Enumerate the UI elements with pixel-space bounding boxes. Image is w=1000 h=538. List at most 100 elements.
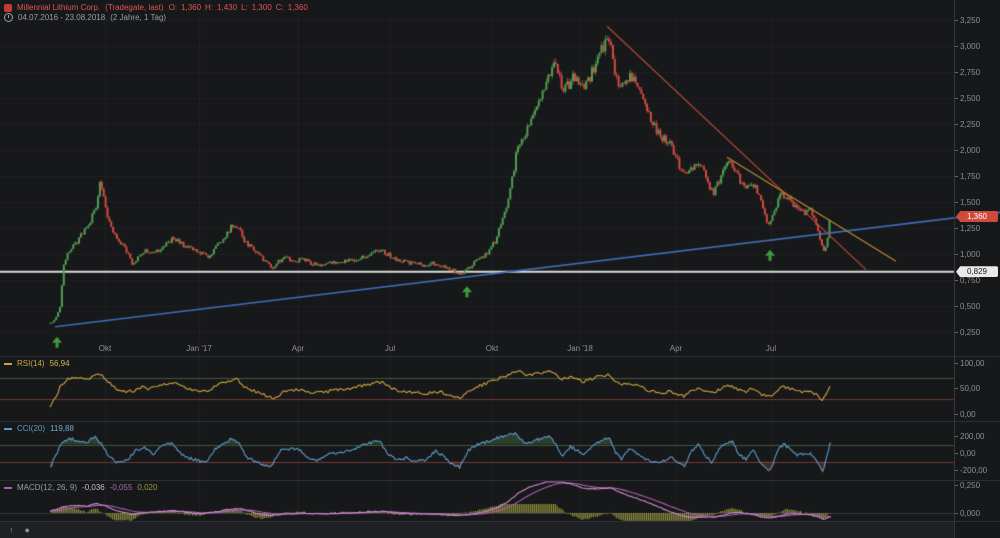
tick-text: 0,500 bbox=[960, 301, 981, 311]
tick-text: 2,750 bbox=[960, 67, 981, 77]
tick-dash-icon bbox=[955, 149, 958, 151]
cci-value: 119,88 bbox=[50, 424, 74, 433]
macd-value: -0,036 bbox=[82, 483, 105, 492]
level-price-badge: 0,829 bbox=[956, 266, 998, 278]
axis-tick-label: 1,000 bbox=[955, 250, 980, 259]
cci-legend[interactable]: CCI(20) 119,88 bbox=[4, 424, 74, 433]
tick-dash-icon bbox=[955, 512, 958, 514]
clock-icon bbox=[4, 13, 13, 22]
axis-tick-label: 2,750 bbox=[955, 68, 980, 77]
tick-text: 2,250 bbox=[960, 119, 981, 129]
tick-dash-icon bbox=[955, 484, 958, 486]
pane-separator[interactable] bbox=[0, 521, 1000, 522]
dot-icon[interactable]: ● bbox=[25, 522, 30, 538]
tick-text: 0,00 bbox=[960, 448, 976, 458]
axis-tick-label: 0,250 bbox=[955, 328, 980, 337]
tick-text: 0,250 bbox=[960, 480, 981, 490]
symbol-logo-icon bbox=[4, 3, 12, 12]
rsi-legend[interactable]: RSI(14) 56,94 bbox=[4, 359, 70, 368]
close-value: 1,360 bbox=[287, 3, 308, 12]
tick-dash-icon bbox=[955, 331, 958, 333]
last-price-badge: 1,360 bbox=[956, 211, 998, 223]
axis-tick-label: 2,000 bbox=[955, 146, 980, 155]
axis-tick-label: 0,00 bbox=[955, 410, 976, 419]
time-label: Jul bbox=[384, 344, 396, 353]
axis-tick-label: 100,00 bbox=[955, 359, 984, 368]
rsi-label: RSI(14) bbox=[17, 359, 45, 368]
rsi-line-swatch-icon bbox=[4, 362, 12, 365]
symbol-exchange-note: (Tradegate, last) bbox=[105, 3, 164, 12]
tick-dash-icon bbox=[955, 469, 958, 471]
tick-text: 3,000 bbox=[960, 41, 981, 51]
time-label: Jul bbox=[765, 344, 777, 353]
tick-dash-icon bbox=[955, 19, 958, 21]
pane-separator[interactable] bbox=[0, 421, 1000, 422]
open-label: O: bbox=[168, 3, 178, 12]
tick-dash-icon bbox=[955, 45, 958, 47]
axis-tick-label: 0,00 bbox=[955, 449, 976, 458]
time-label: Apr bbox=[669, 344, 683, 353]
arrow-up-icon[interactable]: ↑ bbox=[9, 522, 14, 538]
time-label: Jan '18 bbox=[567, 344, 593, 353]
rsi-value: 56,94 bbox=[49, 359, 70, 368]
tick-dash-icon bbox=[955, 388, 958, 389]
axis-tick-label: 1,750 bbox=[955, 172, 980, 181]
axis-tick-label: -200,00 bbox=[955, 466, 987, 475]
high-value: 1,430 bbox=[217, 3, 238, 12]
symbol-legend[interactable]: Millennial Lithium Corp. (Tradegate, las… bbox=[4, 3, 308, 12]
axis-tick-label: 0,000 bbox=[955, 509, 980, 518]
tick-text: 0,00 bbox=[960, 409, 976, 419]
tick-text: 2,000 bbox=[960, 145, 981, 155]
tick-dash-icon bbox=[955, 452, 958, 454]
axis-tick-label: 1,500 bbox=[955, 198, 980, 207]
date-range-row[interactable]: 04.07.2016 - 23.08.2018 (2 Jahre, 1 Tag) bbox=[4, 13, 166, 22]
time-label: Jan '17 bbox=[186, 344, 212, 353]
macd-signal-value: -0,055 bbox=[109, 483, 133, 492]
tick-text: 0,250 bbox=[960, 327, 981, 337]
low-value: 1,300 bbox=[251, 3, 272, 12]
tick-dash-icon bbox=[955, 201, 958, 203]
chart-canvas[interactable] bbox=[0, 0, 1000, 538]
axis-tick-label: 3,250 bbox=[955, 16, 980, 25]
tick-dash-icon bbox=[955, 71, 958, 73]
price-axis[interactable]: 1,360 0,829 3,250 3,000 2,750 2,500 2,250 2,0… bbox=[954, 0, 1000, 538]
tick-text: 2,500 bbox=[960, 93, 981, 103]
time-axis[interactable]: Okt Jan '17 Apr Jul Okt Jan '18 Apr Jul bbox=[0, 344, 954, 356]
tick-dash-icon bbox=[955, 305, 958, 307]
macd-legend[interactable]: MACD(12, 26, 9) -0,036 -0,055 0,020 bbox=[4, 483, 157, 492]
tick-text: 100,00 bbox=[960, 358, 985, 368]
cci-label: CCI(20) bbox=[17, 424, 46, 433]
tick-dash-icon bbox=[955, 253, 958, 255]
pane-separator[interactable] bbox=[0, 356, 1000, 357]
axis-tick-label: 50,00 bbox=[955, 384, 980, 393]
axis-tick-label: 1,250 bbox=[955, 224, 980, 233]
close-label: C: bbox=[275, 3, 284, 12]
axis-tick-label: 0,500 bbox=[955, 302, 980, 311]
axis-tick-label: 2,500 bbox=[955, 94, 980, 103]
time-label: Okt bbox=[98, 344, 112, 353]
axis-tick-label: 3,000 bbox=[955, 42, 980, 51]
tick-text: 0,000 bbox=[960, 508, 981, 518]
cci-line-swatch-icon bbox=[4, 427, 12, 430]
tick-dash-icon bbox=[955, 279, 958, 281]
high-label: H: bbox=[205, 3, 214, 12]
tick-text: 1,250 bbox=[960, 223, 981, 233]
tick-text: 1,000 bbox=[960, 249, 981, 259]
tick-dash-icon bbox=[955, 435, 958, 437]
symbol-title: Millennial Lithium Corp. bbox=[17, 3, 101, 12]
tick-text: -200,00 bbox=[960, 465, 988, 475]
macd-label: MACD(12, 26, 9) bbox=[17, 483, 78, 492]
tick-text: 1,500 bbox=[960, 197, 981, 207]
pane-separator[interactable] bbox=[0, 480, 1000, 481]
macd-line-swatch-icon bbox=[4, 486, 12, 489]
date-range: 04.07.2016 - 23.08.2018 bbox=[18, 13, 106, 22]
tick-dash-icon bbox=[955, 97, 958, 99]
open-value: 1,360 bbox=[181, 3, 202, 12]
axis-tick-label: 200,00 bbox=[955, 432, 984, 441]
tick-text: 1,750 bbox=[960, 171, 981, 181]
bottom-toolbar: ↑ ● bbox=[0, 522, 954, 538]
range-duration: (2 Jahre, 1 Tag) bbox=[110, 13, 167, 22]
axis-tick-label: 2,250 bbox=[955, 120, 980, 129]
time-label: Apr bbox=[291, 344, 305, 353]
low-label: L: bbox=[241, 3, 248, 12]
